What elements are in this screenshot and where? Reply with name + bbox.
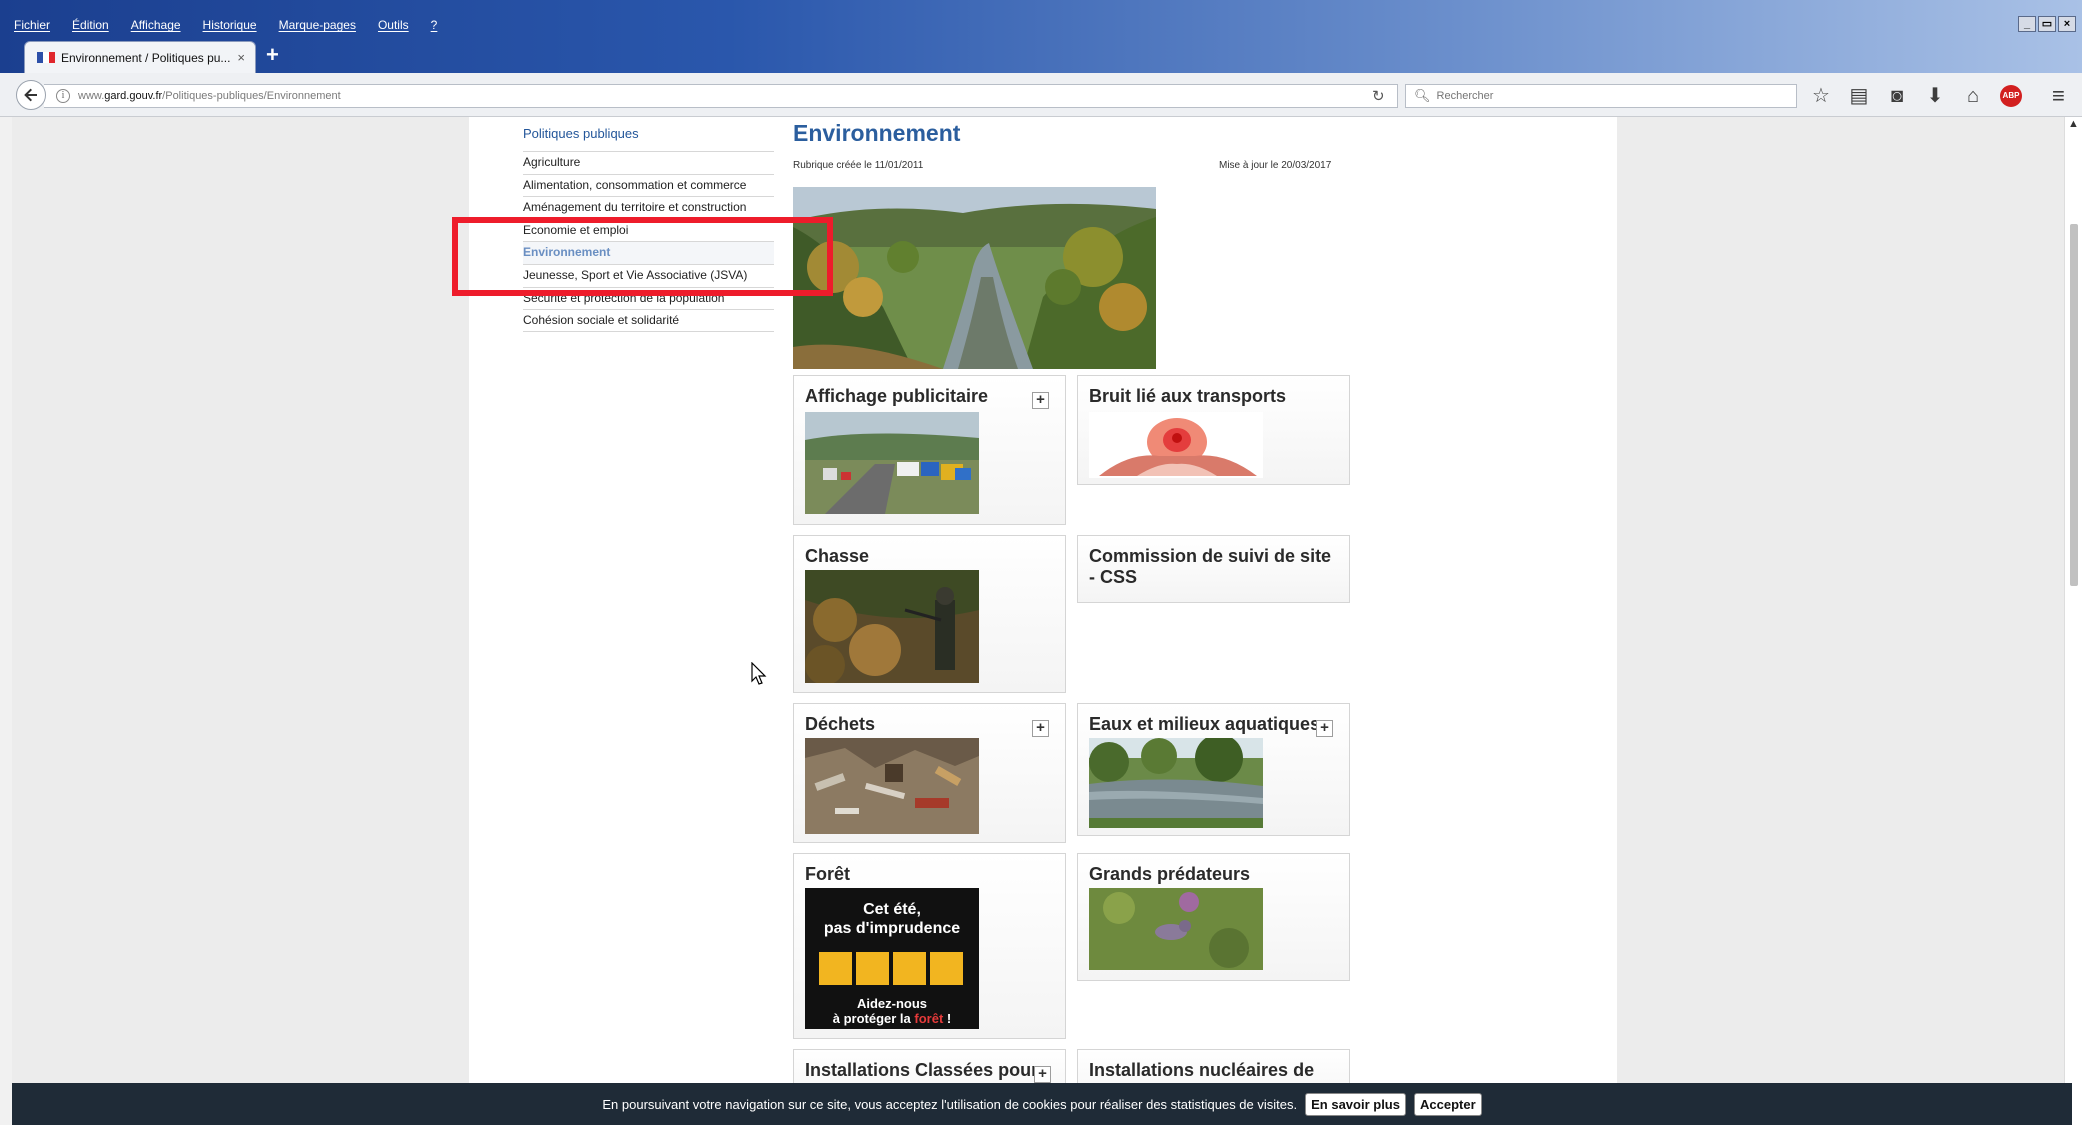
browser-window: Fichier Édition Affichage Historique Mar… [0, 0, 2082, 1125]
card-dechets[interactable]: Déchets + [793, 703, 1066, 843]
forest-fire-poster-image: Cet été, pas d'imprudence Aidez-nous à p… [805, 888, 979, 1029]
poster-icons [819, 952, 963, 985]
search-input[interactable] [1436, 90, 1777, 102]
hunter-forest-image [805, 570, 979, 683]
sidebar-heading[interactable]: Politiques publiques [523, 126, 639, 141]
menu-edition[interactable]: Édition [72, 18, 109, 36]
search-bar[interactable]: 🔍︎ [1405, 84, 1797, 108]
poster-line-2: pas d'imprudence [823, 920, 961, 937]
cookie-text: En poursuivant votre navigation sur ce s… [602, 1096, 1298, 1112]
new-tab-button[interactable]: + [266, 44, 279, 66]
waste-pile-image [805, 738, 979, 834]
sidebar-item-alimentation[interactable]: Alimentation, consommation et commerce [523, 173, 774, 197]
url-bar[interactable]: i www.gard.gouv.fr/Politiques-publiques/… [44, 84, 1398, 108]
scrollbar-thumb[interactable] [2070, 224, 2078, 586]
card-title[interactable]: Forêt [805, 864, 850, 885]
card-commission-suivi-site[interactable]: Commission de suivi de site - CSS [1077, 535, 1350, 603]
page-title: Environnement [793, 120, 961, 146]
sidebar-item-amenagement[interactable]: Aménagement du territoire et constructio… [523, 196, 774, 219]
expand-plus-icon[interactable]: + [1032, 392, 1049, 409]
menu-bar: Fichier Édition Affichage Historique Mar… [14, 18, 437, 36]
poster-line-1: Cet été, [863, 901, 921, 918]
back-button[interactable] [16, 80, 46, 110]
sidebar-item-jsva[interactable]: Jeunesse, Sport et Vie Associative (JSVA… [523, 263, 774, 287]
home-icon[interactable]: ⌂ [1962, 83, 1984, 109]
menu-marque-pages[interactable]: Marque-pages [279, 18, 356, 36]
adblock-icon[interactable]: ABP [2000, 85, 2022, 107]
star-icon[interactable]: ☆ [1810, 83, 1832, 109]
back-arrow-icon [24, 88, 37, 102]
reload-icon[interactable]: ↻ [1372, 87, 1385, 105]
fire-icon [856, 952, 889, 985]
card-bruit-transports[interactable]: Bruit lié aux transports [1077, 375, 1350, 485]
pond-image [1089, 738, 1263, 828]
card-title[interactable]: Bruit lié aux transports [1089, 386, 1286, 407]
learn-more-button[interactable]: En savoir plus [1305, 1092, 1406, 1116]
tab-title: Environnement / Politiques pu... [61, 50, 231, 65]
window-controls: _ ▭ × [2018, 16, 2076, 32]
card-eaux-milieux-aquatiques[interactable]: Eaux et milieux aquatiques + [1077, 703, 1350, 836]
wolf-meadow-image [1089, 888, 1263, 970]
pocket-icon[interactable]: ◙ [1886, 83, 1908, 109]
menu-historique[interactable]: Historique [203, 18, 257, 36]
minimize-button[interactable]: _ [2018, 16, 2036, 32]
updated-date: Mise à jour le 20/03/2017 [1219, 160, 1332, 171]
info-icon[interactable]: i [56, 89, 70, 103]
sidebar-item-economie[interactable]: Economie et emploi [523, 218, 774, 242]
card-title[interactable]: Installations nucléaires de [1089, 1060, 1314, 1081]
hamburger-menu-icon[interactable]: ≡ [2052, 83, 2065, 109]
card-affichage-publicitaire[interactable]: Affichage publicitaire + [793, 375, 1066, 525]
menu-fichier[interactable]: Fichier [14, 18, 50, 36]
favicon-icon [37, 52, 55, 63]
card-title[interactable]: Eaux et milieux aquatiques [1089, 714, 1320, 735]
card-chasse[interactable]: Chasse [793, 535, 1066, 693]
card-title[interactable]: Déchets [805, 714, 875, 735]
menu-affichage[interactable]: Affichage [131, 18, 181, 36]
scroll-up-icon[interactable]: ▲ [2068, 118, 2079, 130]
card-grands-predateurs[interactable]: Grands prédateurs [1077, 853, 1350, 981]
reading-list-icon[interactable]: ▤ [1848, 83, 1870, 109]
sidebar-item-environnement[interactable]: Environnement [523, 241, 774, 264]
plant-icon [930, 952, 963, 985]
card-title[interactable]: Installations Classées pour [805, 1060, 1038, 1081]
card-foret[interactable]: Forêt Cet été, pas d'imprudence Aidez-no… [793, 853, 1066, 1039]
tab-close-icon[interactable]: × [237, 50, 245, 65]
url-text: www.gard.gouv.fr/Politiques-publiques/En… [78, 90, 341, 102]
mouse-cursor-icon [751, 662, 767, 685]
expand-plus-icon[interactable]: + [1316, 720, 1333, 737]
sidebar-item-cohesion[interactable]: Cohésion sociale et solidarité [523, 309, 774, 332]
download-icon[interactable]: ⬇ [1924, 83, 1946, 109]
expand-plus-icon[interactable]: + [1032, 720, 1049, 737]
accept-cookies-button[interactable]: Accepter [1413, 1092, 1482, 1116]
viewport-edge [0, 117, 12, 1125]
billboard-road-image [805, 412, 979, 514]
card-title[interactable]: Grands prédateurs [1089, 864, 1250, 885]
menu-outils[interactable]: Outils [378, 18, 409, 36]
url-domain: gard.gouv.fr [104, 90, 163, 102]
close-window-button[interactable]: × [2058, 16, 2076, 32]
poster-line-3: Aidez-nous [856, 996, 928, 1011]
card-title[interactable]: Affichage publicitaire [805, 386, 988, 407]
maximize-button[interactable]: ▭ [2038, 16, 2056, 32]
menu-aide[interactable]: ? [431, 18, 438, 36]
browser-tab[interactable]: Environnement / Politiques pu... × [24, 41, 256, 73]
created-date: Rubrique créée le 11/01/2011 [793, 160, 924, 171]
title-bar [0, 0, 2082, 73]
sidebar-item-securite[interactable]: Sécurité et protection de la population [523, 286, 774, 310]
poster-line-4: à protéger la forêt ! [832, 1011, 952, 1026]
cigarette-icon [893, 952, 926, 985]
sidebar-nav: Agriculture Alimentation, consommation e… [523, 151, 774, 332]
expand-plus-icon[interactable]: + [1034, 1066, 1051, 1083]
card-title[interactable]: Commission de suivi de site - CSS [1089, 546, 1339, 588]
hero-river-image [793, 187, 1156, 369]
barbecue-icon [819, 952, 852, 985]
search-icon: 🔍︎ [1414, 88, 1431, 103]
noise-illustration-image [1089, 412, 1263, 478]
sidebar-item-agriculture[interactable]: Agriculture [523, 151, 774, 174]
toolbar-icons: ☆ ▤ ◙ ⬇ ⌂ ABP [1810, 83, 2022, 109]
cookie-banner: En poursuivant votre navigation sur ce s… [12, 1083, 2072, 1125]
card-title[interactable]: Chasse [805, 546, 869, 567]
